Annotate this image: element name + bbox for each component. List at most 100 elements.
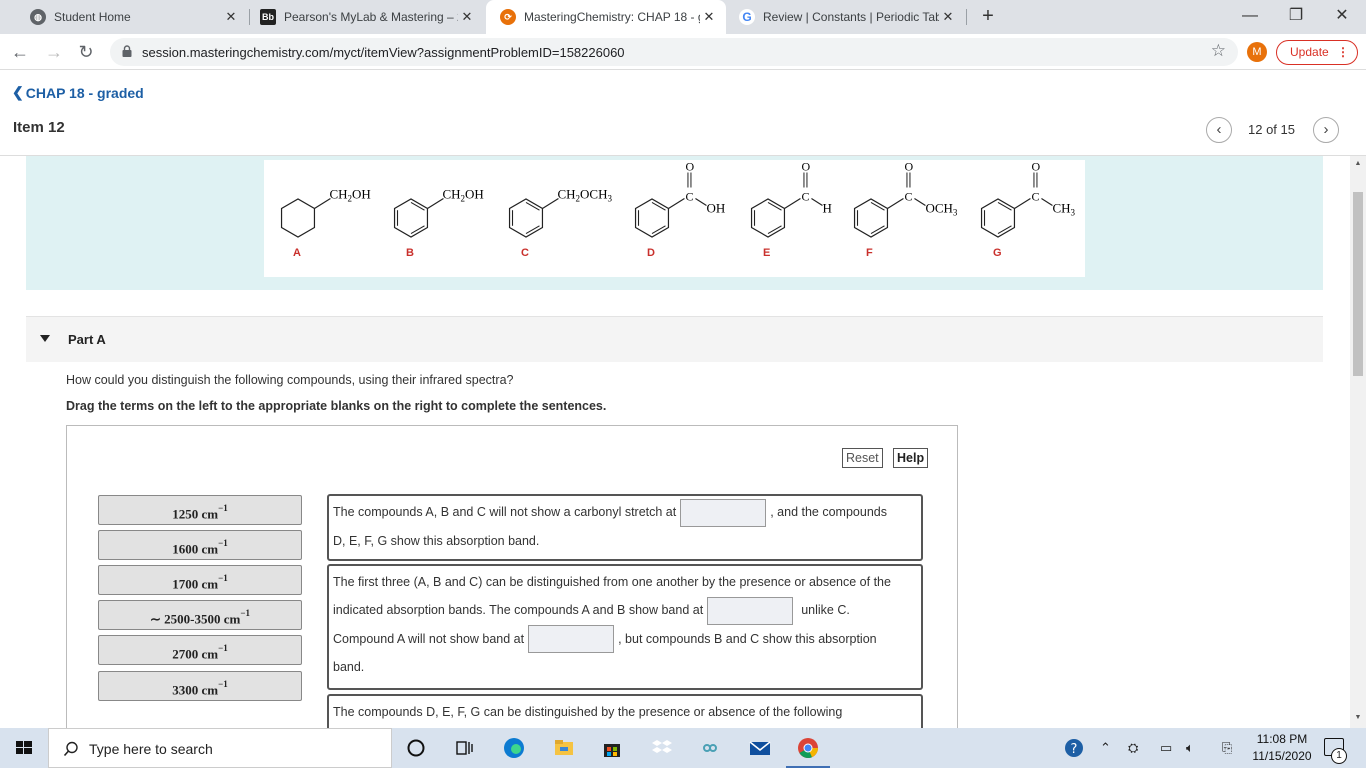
double-bond [870,225,885,235]
sentence-text: unlike C. [801,603,850,617]
profile-avatar[interactable]: M [1247,42,1267,62]
bond [314,197,331,210]
edge-icon[interactable] [502,736,526,760]
battery-icon[interactable]: ▭ [1160,740,1172,756]
drop-target-blank[interactable] [707,596,794,625]
infinity-app-icon[interactable] [698,736,722,760]
part-a-header[interactable]: Part A [26,316,1323,362]
carbonyl-carbon-label: C [1031,190,1039,204]
bond [1014,197,1031,210]
chevron-up-icon[interactable]: ⌃ [1100,740,1111,756]
bond [811,198,823,206]
collapse-triangle-icon[interactable] [40,335,50,342]
scrollbar-thumb[interactable] [1353,192,1363,376]
sentence-box-3: The compounds D, E, F, G can be distingu… [327,694,923,728]
google-icon: G [739,9,755,25]
network-tray-icon[interactable]: ⛭ [1128,740,1138,756]
term-exponent: −1 [218,643,228,653]
term-exponent: −1 [218,679,228,689]
drop-target-blank[interactable] [680,498,767,527]
restore-button[interactable]: ❐ [1276,4,1316,28]
system-clock[interactable]: 11:08 PM 11/15/2020 [1246,731,1318,765]
ring [393,198,429,238]
close-tab-icon[interactable]: ✕ [939,9,957,25]
double-bond [870,201,885,211]
tab-review-constants[interactable]: G Review | Constants | Periodic Tabl ✕ [725,0,965,34]
ring [508,198,544,238]
term-text: 1600 cm [172,541,219,557]
scroll-down-arrow-icon[interactable]: ▼ [1350,714,1366,721]
lock-icon [122,45,132,57]
carbonyl-carbon-label: C [801,190,809,204]
back-arrow-icon[interactable]: ← [8,40,32,64]
compound-letter-label: A [293,247,301,259]
store-icon[interactable] [600,736,624,760]
volume-icon[interactable]: 🔈︎ [1186,740,1194,756]
part-title: Part A [68,332,106,347]
dropbox-icon[interactable] [650,736,674,760]
reset-button[interactable]: Reset [842,448,883,468]
draggable-term[interactable]: 1250 cm−1 [98,495,302,525]
help-tray-icon[interactable]: ? [1062,736,1086,760]
back-link-label: CHAP 18 - graded [25,84,144,101]
close-tab-icon[interactable]: ✕ [458,9,476,25]
windows-start-icon[interactable] [0,728,48,768]
structures-figure: CH2OH A CH2OH B CH2OCH3 C C O OH D C O H E C O OCH3 F C O CH… [264,160,1085,277]
previous-item-button[interactable]: ‹ [1206,117,1232,143]
windows-taskbar: Type here to search ? ⌃ ⛭ ▭ 🔈︎ ⎘ 11:08 P… [0,728,1366,768]
compound-letter-label: B [406,247,414,259]
tab-mastering-chemistry[interactable]: ⟳ MasteringChemistry: CHAP 18 - g ✕ [486,0,726,34]
help-button[interactable]: Help [893,448,929,468]
tab-student-home[interactable]: ◍ Student Home ✕ [16,0,248,34]
update-button[interactable]: Update ⋮ [1276,40,1358,65]
draggable-term[interactable]: 1700 cm−1 [98,565,302,595]
term-exponent: −1 [218,538,228,548]
tab-separator [966,9,967,25]
compound-structure-c: CH2OCH3 C [504,160,614,265]
compound-structure-g: C O CH3 G [976,160,1086,265]
double-bond [997,225,1012,235]
draggable-term[interactable]: 1600 cm−1 [98,530,302,560]
close-window-button[interactable]: ✕ [1322,4,1362,28]
task-view-icon[interactable] [452,736,476,760]
back-to-assignment-link[interactable]: ❮ CHAP 18 - graded [12,84,144,101]
mail-icon[interactable] [748,736,772,760]
page-scrollbar[interactable]: ▲ ▼ [1350,156,1366,728]
draggable-term[interactable]: ∼ 2500-3500 cm−1 [98,600,302,630]
drop-target-blank[interactable] [528,625,615,654]
next-item-button[interactable]: › [1313,117,1339,143]
reload-icon[interactable]: ↻ [74,40,98,64]
question-text: How could you distinguish the following … [66,373,514,387]
drag-and-drop-panel: Reset Help 1250 cm−1 1600 cm−1 1700 cm−1… [66,425,958,728]
structures-panel: CH2OH A CH2OH B CH2OCH3 C C O OH D C O H E C O OCH3 F C O CH… [26,156,1323,290]
file-explorer-icon[interactable] [552,736,576,760]
new-tab-button[interactable]: + [976,4,1000,28]
term-text: 3300 cm [172,682,219,698]
chrome-icon[interactable] [796,736,820,760]
carbonyl-oxygen-label: O [685,160,694,174]
draggable-term[interactable]: 3300 cm−1 [98,671,302,701]
term-text: ∼ 2500-3500 cm [150,611,241,627]
compound-letter-label: C [521,247,529,259]
item-pager: 12 of 15 [1248,122,1295,137]
close-tab-icon[interactable]: ✕ [700,9,718,25]
term-text: 2700 cm [172,646,219,662]
substituent-label: OCH3 [925,201,957,218]
sentence-text: , and the compounds [770,505,887,519]
minimize-button[interactable]: — [1230,4,1270,28]
substituent-label: CH2OH [329,187,370,204]
draggable-term[interactable]: 2700 cm−1 [98,635,302,665]
forward-arrow-icon[interactable]: → [42,40,66,64]
sentence-text: indicated absorption bands. The compound… [333,603,704,617]
svg-text:?: ? [1071,742,1078,757]
input-method-icon[interactable]: ⎘ [1222,740,1232,756]
tab-pearson-mylab[interactable]: Bb Pearson's MyLab & Mastering – 2 ✕ [246,0,484,34]
bookmark-star-icon[interactable]: ☆ [1211,41,1226,61]
ring [853,198,889,238]
substituent-label: OH [706,201,725,216]
taskbar-search-box[interactable]: Type here to search [48,728,392,768]
cortana-icon[interactable] [404,736,428,760]
close-tab-icon[interactable]: ✕ [222,9,240,25]
scroll-up-arrow-icon[interactable]: ▲ [1350,160,1366,167]
address-bar[interactable]: session.masteringchemistry.com/myct/item… [110,38,1238,66]
